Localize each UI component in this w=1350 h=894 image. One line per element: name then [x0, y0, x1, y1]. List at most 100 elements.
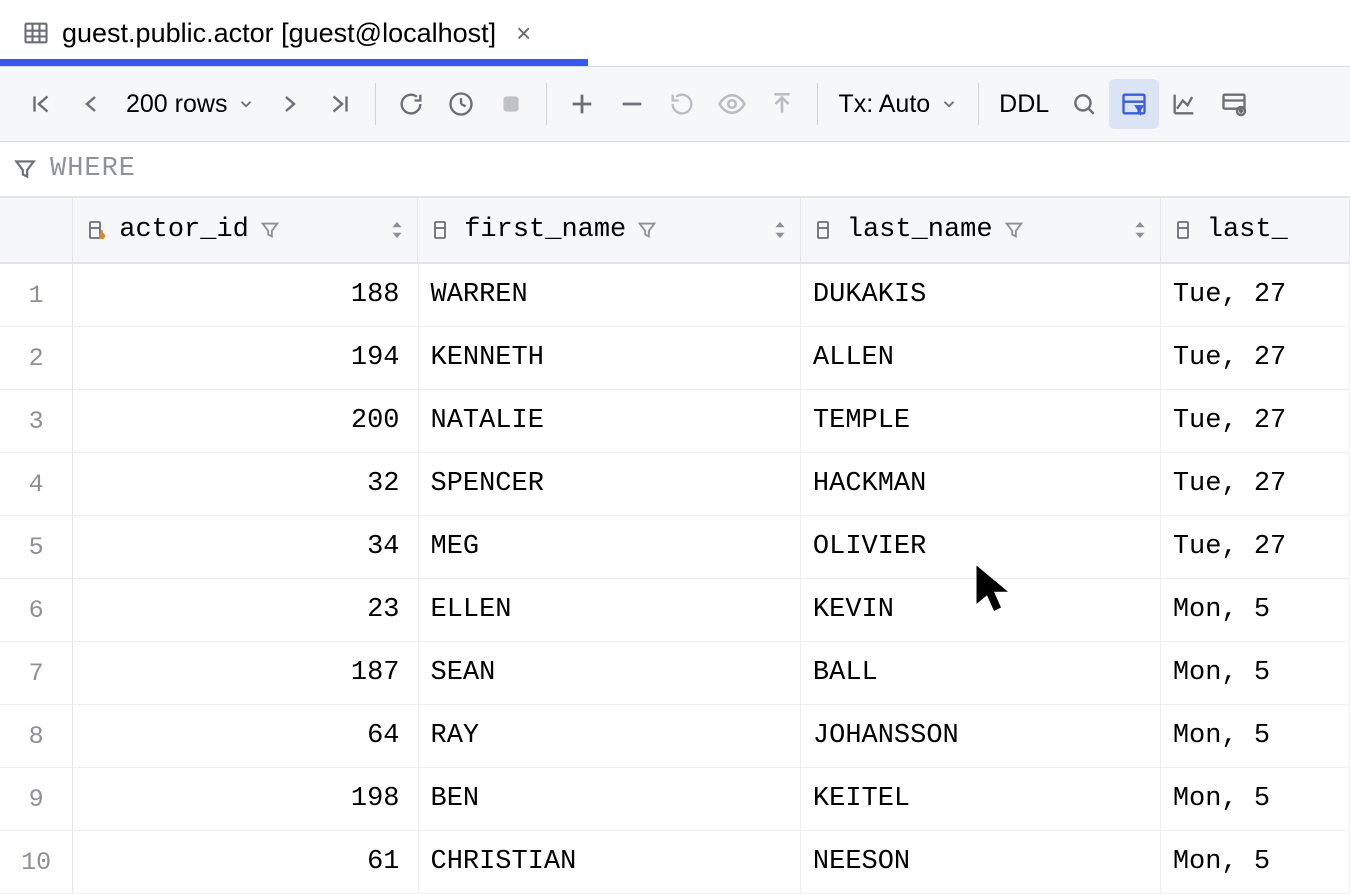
first-page-button[interactable] [16, 79, 66, 129]
search-button[interactable] [1059, 79, 1109, 129]
table-row[interactable]: 534MEGOLIVIERTue, 27 [0, 516, 1350, 579]
column-header-first-name[interactable]: first_name [418, 198, 801, 262]
column-header-label: last_name [847, 215, 993, 245]
row-number: 9 [0, 768, 73, 830]
cell-last-name[interactable]: KEITEL [801, 768, 1161, 830]
cell-last-update[interactable]: Mon, 5 [1161, 705, 1350, 767]
cell-first-name[interactable]: CHRISTIAN [419, 831, 801, 893]
row-number: 10 [0, 831, 73, 893]
prev-page-button[interactable] [66, 79, 116, 129]
cell-first-name[interactable]: RAY [419, 705, 801, 767]
column-icon [430, 218, 454, 242]
cell-last-name[interactable]: ALLEN [801, 327, 1161, 389]
cell-first-name[interactable]: ELLEN [419, 579, 801, 641]
next-page-button[interactable] [265, 79, 315, 129]
tx-mode-dropdown[interactable]: Tx: Auto [828, 90, 968, 119]
refresh-button[interactable] [386, 79, 436, 129]
revert-button[interactable] [657, 79, 707, 129]
where-label: WHERE [50, 154, 136, 184]
cell-actor-id[interactable]: 34 [73, 516, 418, 578]
rows-dropdown-label: 200 rows [126, 90, 227, 119]
cell-last-update[interactable]: Mon, 5 [1161, 579, 1350, 641]
table-row[interactable]: 1061CHRISTIANNEESONMon, 5 [0, 831, 1350, 894]
column-header-label: actor_id [119, 215, 249, 245]
cell-last-name[interactable]: KEVIN [801, 579, 1161, 641]
cell-last-name[interactable]: TEMPLE [801, 390, 1161, 452]
table-row[interactable]: 7187SEANBALLMon, 5 [0, 642, 1350, 705]
cell-last-update[interactable]: Tue, 27 [1161, 516, 1350, 578]
rows-dropdown[interactable]: 200 rows [116, 90, 265, 119]
tab-active[interactable]: guest.public.actor [guest@localhost] × [0, 0, 561, 66]
table-row[interactable]: 3200NATALIETEMPLETue, 27 [0, 390, 1350, 453]
column-filter-icon[interactable] [636, 219, 658, 241]
filter-icon [12, 156, 38, 182]
cell-actor-id[interactable]: 200 [73, 390, 418, 452]
cell-actor-id[interactable]: 198 [73, 768, 418, 830]
table-row[interactable]: 623ELLENKEVINMon, 5 [0, 579, 1350, 642]
cell-last-update[interactable]: Mon, 5 [1161, 831, 1350, 893]
column-filter-icon[interactable] [259, 219, 281, 241]
cell-last-name[interactable]: BALL [801, 642, 1161, 704]
column-header-actor-id[interactable]: actor_id [73, 198, 418, 262]
row-number: 1 [0, 264, 73, 326]
cell-first-name[interactable]: NATALIE [419, 390, 801, 452]
stop-button[interactable] [486, 79, 536, 129]
cell-actor-id[interactable]: 64 [73, 705, 418, 767]
cell-first-name[interactable]: SEAN [419, 642, 801, 704]
column-sort-toggle[interactable] [768, 216, 792, 244]
cell-actor-id[interactable]: 32 [73, 453, 418, 515]
rows-container: 1188WARRENDUKAKISTue, 272194KENNETHALLEN… [0, 264, 1350, 894]
cell-last-name[interactable]: OLIVIER [801, 516, 1161, 578]
column-filter-icon[interactable] [1003, 219, 1025, 241]
cell-last-update[interactable]: Tue, 27 [1161, 453, 1350, 515]
submit-button[interactable] [757, 79, 807, 129]
column-icon [1173, 218, 1197, 242]
cell-last-name[interactable]: HACKMAN [801, 453, 1161, 515]
chart-button[interactable] [1159, 79, 1209, 129]
row-number: 3 [0, 390, 73, 452]
view-settings-button[interactable] [1209, 79, 1259, 129]
tab-active-indicator [0, 59, 588, 66]
column-header-last-update[interactable]: last_ [1161, 198, 1350, 262]
cell-last-update[interactable]: Tue, 27 [1161, 264, 1350, 326]
cell-last-update[interactable]: Mon, 5 [1161, 768, 1350, 830]
cell-actor-id[interactable]: 23 [73, 579, 418, 641]
filter-view-button[interactable] [1109, 79, 1159, 129]
cell-last-name[interactable]: NEESON [801, 831, 1161, 893]
cell-first-name[interactable]: KENNETH [419, 327, 801, 389]
cell-first-name[interactable]: SPENCER [419, 453, 801, 515]
cell-last-name[interactable]: DUKAKIS [801, 264, 1161, 326]
cell-first-name[interactable]: MEG [419, 516, 801, 578]
toolbar-separator [817, 83, 818, 125]
preview-changes-button[interactable] [707, 79, 757, 129]
schedule-refresh-button[interactable] [436, 79, 486, 129]
column-header-label: last_ [1207, 215, 1288, 245]
delete-row-button[interactable] [607, 79, 657, 129]
cell-actor-id[interactable]: 188 [73, 264, 418, 326]
cell-actor-id[interactable]: 194 [73, 327, 418, 389]
cell-actor-id[interactable]: 187 [73, 642, 418, 704]
cell-first-name[interactable]: WARREN [419, 264, 801, 326]
table-row[interactable]: 864RAYJOHANSSONMon, 5 [0, 705, 1350, 768]
column-sort-toggle[interactable] [1128, 216, 1152, 244]
cell-actor-id[interactable]: 61 [73, 831, 418, 893]
cell-last-update[interactable]: Mon, 5 [1161, 642, 1350, 704]
cell-last-name[interactable]: JOHANSSON [801, 705, 1161, 767]
table-row[interactable]: 1188WARRENDUKAKISTue, 27 [0, 264, 1350, 327]
column-header-label: first_name [464, 215, 626, 245]
table-row[interactable]: 2194KENNETHALLENTue, 27 [0, 327, 1350, 390]
row-number: 4 [0, 453, 73, 515]
cell-last-update[interactable]: Tue, 27 [1161, 390, 1350, 452]
cell-first-name[interactable]: BEN [419, 768, 801, 830]
last-page-button[interactable] [315, 79, 365, 129]
where-filter-bar[interactable]: WHERE [0, 142, 1350, 198]
ddl-button[interactable]: DDL [989, 90, 1059, 119]
close-icon[interactable]: × [508, 18, 539, 49]
column-header-last-name[interactable]: last_name [801, 198, 1161, 262]
table-row[interactable]: 9198BENKEITELMon, 5 [0, 768, 1350, 831]
cell-last-update[interactable]: Tue, 27 [1161, 327, 1350, 389]
column-sort-toggle[interactable] [385, 216, 409, 244]
add-row-button[interactable] [557, 79, 607, 129]
table-row[interactable]: 432SPENCERHACKMANTue, 27 [0, 453, 1350, 516]
chevron-down-icon [940, 95, 958, 113]
